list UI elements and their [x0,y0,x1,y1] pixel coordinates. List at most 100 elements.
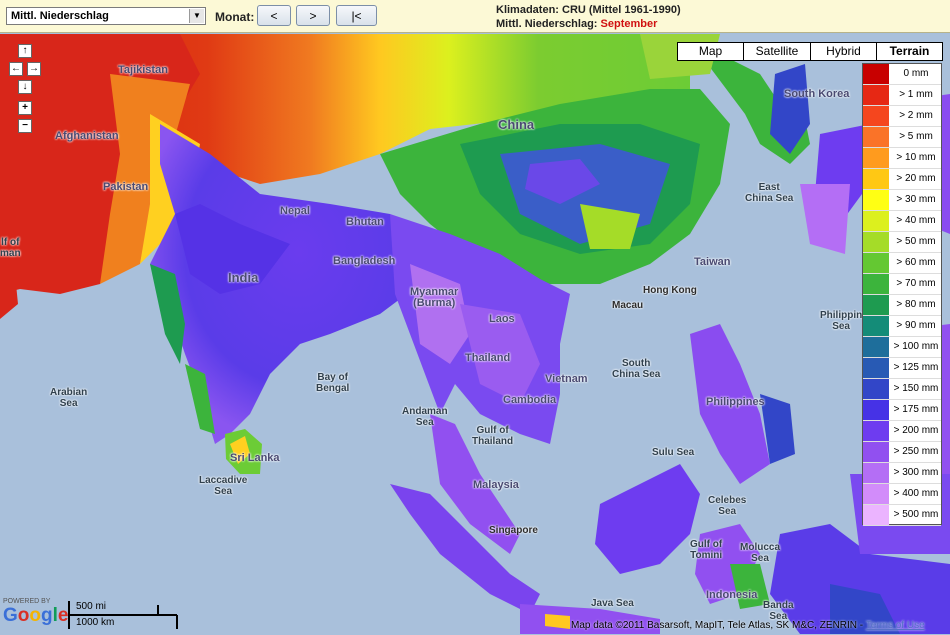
label-singapore: Singapore [489,525,538,536]
label-cambodia: Cambodia [503,394,557,406]
label-vietnam: Vietnam [545,373,588,385]
label-sri-lanka: Sri Lanka [230,452,280,464]
legend-swatch [863,211,889,231]
legend-row: > 175 mm [863,400,941,421]
maptype-map-button[interactable]: Map [677,42,744,61]
precipitation-info: Mittl. Niederschlag: September [496,18,657,30]
label-laos: Laos [489,313,515,325]
label-taiwan: Taiwan [694,256,731,268]
pan-right-button[interactable]: → [27,62,41,76]
google-logo[interactable]: POWERED BY Google [3,598,68,626]
precipitation-prefix: Mittl. Niederschlag: [496,18,598,30]
current-month: September [600,18,658,30]
label-bhutan: Bhutan [346,216,384,228]
label-nepal: Nepal [280,205,310,217]
label-south-korea: South Korea [784,88,850,100]
legend-row: > 80 mm [863,295,941,316]
maptype-satellite-button[interactable]: Satellite [743,42,811,61]
legend-label: > 80 mm [896,299,936,310]
legend-row: > 20 mm [863,169,941,190]
layer-select[interactable]: Mittl. Niederschlag ▼ [6,7,206,25]
label-philippines: Philippines [706,396,765,408]
precipitation-overlay [0,34,950,635]
legend-row: > 40 mm [863,211,941,232]
scale-kilometers: 1000 km [76,617,115,628]
layer-select-value: Mittl. Niederschlag [11,10,109,22]
legend-row: 0 mm [863,64,941,85]
legend-label: > 100 mm [893,341,939,352]
maptype-terrain-button[interactable]: Terrain [876,42,943,61]
label-macau: Macau [612,300,644,311]
first-month-button[interactable]: |< [336,5,377,26]
previous-month-button[interactable]: < [257,5,291,26]
legend-row: > 1 mm [863,85,941,106]
label-gulf-of-thailand: Gulf of Thailand [472,425,514,447]
maptype-hybrid-button[interactable]: Hybrid [810,42,877,61]
legend-row: > 400 mm [863,484,941,505]
next-month-button[interactable]: > [296,5,330,26]
label-myanmar: Myanmar (Burma) [410,286,459,309]
legend-row: > 125 mm [863,358,941,379]
legend-swatch [863,358,889,378]
legend-label: > 40 mm [896,215,936,226]
label-arabian-sea: Arabian Sea [50,387,88,409]
chevron-down-icon[interactable]: ▼ [189,9,204,23]
legend-label: > 250 mm [893,446,939,457]
legend-label: > 20 mm [896,173,936,184]
legend-swatch [863,484,889,504]
legend-row: > 5 mm [863,127,941,148]
zoom-out-button[interactable]: − [18,119,32,133]
terms-of-use-link[interactable]: Terms of Use [866,620,925,631]
legend-row: > 90 mm [863,316,941,337]
legend-label: > 500 mm [893,509,939,520]
label-afghanistan: Afghanistan [55,130,119,142]
legend-row: > 70 mm [863,274,941,295]
legend-row: > 50 mm [863,232,941,253]
legend-swatch [863,379,889,399]
legend-label: > 1 mm [899,89,933,100]
label-thailand: Thailand [465,352,511,364]
pan-down-button[interactable]: ↓ [18,80,32,94]
legend-row: > 500 mm [863,505,941,526]
label-philippine-sea: Philippin Sea [820,310,863,332]
label-malaysia: Malaysia [473,479,519,491]
label-hong-kong: Hong Kong [643,285,697,296]
legend-label: 0 mm [903,68,929,79]
climate-source: Klimadaten: CRU (Mittel 1961-1990) [496,4,681,16]
legend-swatch [863,505,889,525]
toolbar: Mittl. Niederschlag ▼ Monat: < > |< Klim… [0,0,950,33]
legend-swatch [863,106,889,126]
legend-row: > 10 mm [863,148,941,169]
legend-swatch [863,337,889,357]
label-celebes-sea: Celebes Sea [708,495,747,517]
legend-row: > 60 mm [863,253,941,274]
legend-label: > 175 mm [893,404,939,415]
label-pakistan: Pakistan [103,181,149,193]
legend-swatch [863,421,889,441]
label-molucca-sea: Molucca Sea [740,542,781,564]
legend-label: > 300 mm [893,467,939,478]
legend-swatch [863,85,889,105]
label-bangladesh: Bangladesh [333,255,396,267]
month-label: Monat: [215,10,255,24]
attribution-text: Map data ©2011 Basarsoft, MapIT, Tele At… [571,620,864,631]
pan-up-button[interactable]: ↑ [18,44,32,58]
legend-swatch [863,295,889,315]
scale-miles: 500 mi [76,601,107,612]
label-java-sea: Java Sea [591,598,634,609]
pan-left-button[interactable]: ← [9,62,23,76]
label-india: India [228,270,259,285]
legend-row: > 100 mm [863,337,941,358]
map-canvas[interactable]: Tajikistan Afghanistan Pakistan lf of ma… [0,34,950,635]
label-andaman-sea: Andaman Sea [402,406,448,428]
label-sulu-sea: Sulu Sea [652,447,695,458]
legend-swatch [863,127,889,147]
legend-label: > 70 mm [896,278,936,289]
map-attribution: Map data ©2011 Basarsoft, MapIT, Tele At… [571,620,925,631]
legend-swatch [863,442,889,462]
legend-swatch [863,274,889,294]
label-laccadive-sea: Laccadive Sea [199,475,248,497]
label-banda-sea: Banda Sea [763,600,794,622]
zoom-in-button[interactable]: + [18,101,32,115]
legend-swatch [863,148,889,168]
